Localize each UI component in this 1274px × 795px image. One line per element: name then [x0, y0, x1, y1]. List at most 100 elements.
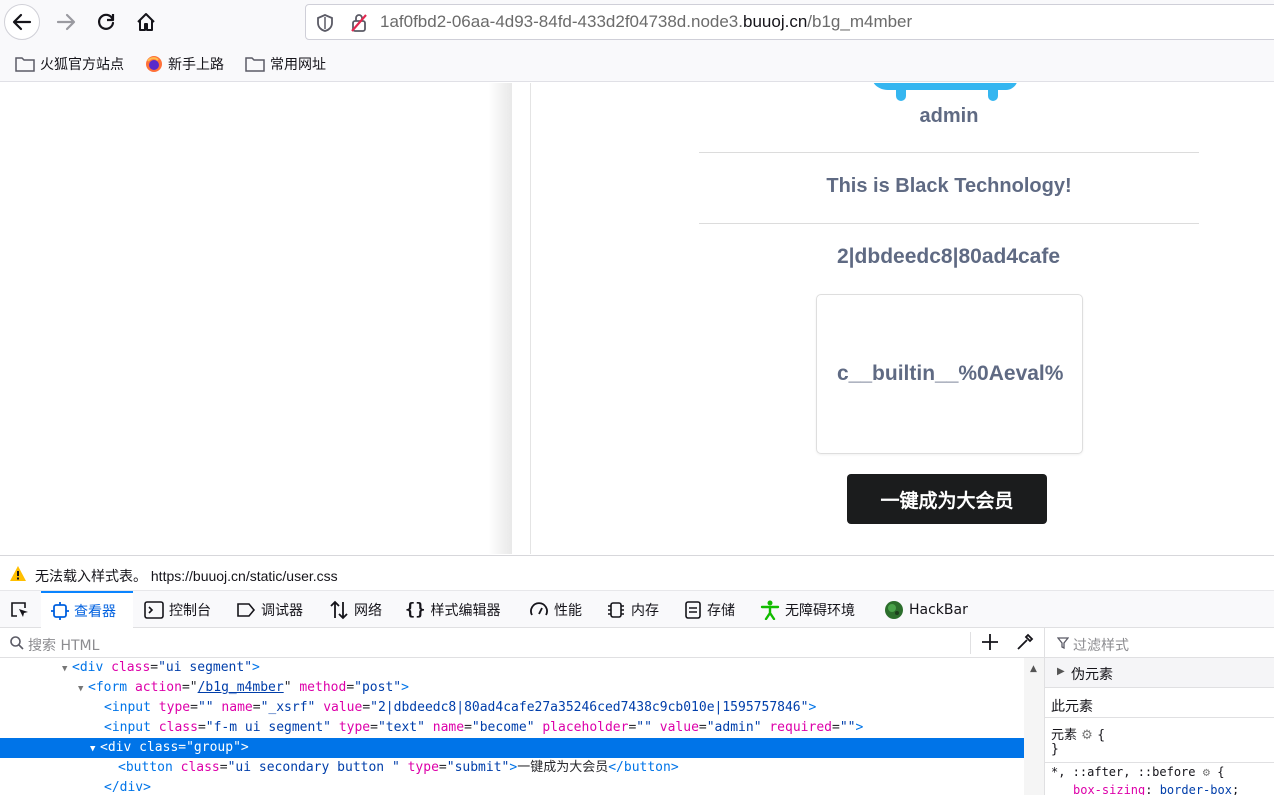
tree-node[interactable]: ▼ <div class="ui segment">: [0, 658, 1024, 678]
tab-label: 样式编辑器: [430, 602, 501, 619]
tab-debugger[interactable]: 调试器: [236, 591, 303, 628]
url-path: /b1g_m4mber: [807, 12, 913, 31]
attr-name: action: [134, 680, 182, 695]
attr-name: type: [407, 760, 439, 775]
home-button[interactable]: [128, 4, 164, 40]
filter-styles-row: 过滤样式: [1045, 628, 1274, 658]
attr-name: type: [338, 720, 371, 735]
this-element-label: 此元素: [1051, 699, 1093, 715]
bookmark-label: 新手上路: [168, 57, 224, 73]
filter-styles-input[interactable]: 过滤样式: [1073, 635, 1129, 655]
tag-close: </div>: [104, 780, 151, 795]
expand-triangle-icon[interactable]: ▼: [78, 679, 88, 699]
tree-node[interactable]: ▼ <form action="/b1g_m4mber" method="post…: [0, 678, 1024, 698]
divider: [699, 223, 1199, 224]
attr-value: "become": [471, 720, 535, 735]
element-selector: 元素: [1051, 728, 1078, 743]
memory-icon: [608, 601, 624, 618]
bookmark-item[interactable]: 常用网址: [245, 54, 326, 74]
folder-icon: [15, 57, 35, 72]
tab-console[interactable]: 控制台: [144, 591, 211, 628]
style-editor-icon: {}: [405, 599, 426, 620]
gear-icon[interactable]: ⚙: [1203, 765, 1210, 779]
network-icon: [330, 600, 348, 619]
attr-link[interactable]: /b1g_m4mber: [198, 680, 284, 695]
attr-value: "ui segment": [158, 660, 253, 675]
tree-node-selected[interactable]: ▼ <div class="group">: [0, 738, 1024, 758]
tag-close: >: [252, 660, 260, 675]
attr-name: method: [299, 680, 347, 695]
tab-label: HackBar: [909, 601, 968, 618]
tab-performance[interactable]: 性能: [529, 591, 582, 628]
gear-icon[interactable]: ⚙: [1081, 728, 1093, 743]
bookmark-item[interactable]: 火狐官方站点: [15, 54, 124, 74]
become-input-field[interactable]: c__builtin__%0Aeval%0: [816, 294, 1083, 454]
expand-triangle-icon[interactable]: ▼: [62, 659, 72, 679]
attr-value: "2|dbdeedc8|80ad4cafe27a35246ced7438c9cb…: [370, 700, 809, 715]
tab-hackbar[interactable]: HackBar: [884, 591, 968, 628]
url-text[interactable]: 1af0fbd2-06aa-4d93-84fd-433d2f04738d.nod…: [380, 12, 912, 32]
attr-name: name: [221, 700, 253, 715]
universal-style-rule[interactable]: *, ::after, ::before ⚙ { box-sizing: bor…: [1045, 763, 1274, 795]
devtools-warning-bar: 无法载入样式表。 https://buuoj.cn/static/user.cs…: [0, 555, 1274, 591]
tab-style-editor[interactable]: {} 样式编辑器: [405, 591, 500, 628]
toolbar-separator: [970, 632, 971, 654]
tab-label: 调试器: [261, 602, 303, 619]
reload-button[interactable]: [88, 4, 124, 40]
attr-value: "f-m ui segment": [205, 720, 331, 735]
bookmark-label: 火狐官方站点: [40, 57, 124, 73]
attr-value: "post": [354, 680, 402, 695]
forward-button[interactable]: [48, 4, 84, 40]
home-icon: [137, 13, 155, 31]
back-button[interactable]: [4, 4, 40, 40]
search-html-input[interactable]: 搜索 HTML: [28, 635, 99, 655]
reload-icon: [98, 13, 115, 30]
attr-name: class: [139, 740, 179, 755]
attr-value: "submit": [446, 760, 510, 775]
eyedropper-icon[interactable]: [1015, 632, 1035, 652]
attr-value: "ui secondary button ": [227, 760, 400, 775]
insecure-lock-icon[interactable]: [350, 13, 368, 33]
tab-inspector[interactable]: 查看器: [41, 591, 133, 628]
element-style-rule[interactable]: 元素 ⚙ { }: [1045, 718, 1274, 763]
bookmark-item[interactable]: 新手上路: [145, 54, 224, 74]
css-value[interactable]: border-box: [1160, 783, 1232, 795]
tag-name: <form: [88, 680, 128, 695]
tab-label: 内存: [631, 602, 659, 619]
tree-scrollbar[interactable]: ▲: [1024, 658, 1044, 795]
tab-memory[interactable]: 内存: [606, 591, 659, 628]
address-bar[interactable]: 1af0fbd2-06aa-4d93-84fd-433d2f04738d.nod…: [305, 4, 1274, 40]
tagline-text: This is Black Technology!: [826, 175, 1072, 197]
divider: [699, 152, 1199, 153]
attr-name: type: [158, 700, 191, 715]
attr-name: value: [659, 720, 699, 735]
back-arrow-icon: [12, 13, 32, 31]
scroll-up-icon[interactable]: ▲: [1030, 664, 1037, 674]
tree-node[interactable]: <button class="ui secondary button " typ…: [0, 758, 1024, 778]
console-icon: [144, 600, 164, 619]
tree-node[interactable]: <input type="" name="_xsrf" value="2|dbd…: [0, 698, 1024, 718]
rule-selector: 元素 ⚙ {: [1051, 728, 1106, 743]
css-property[interactable]: box-sizing: [1073, 783, 1145, 795]
tab-storage[interactable]: 存储: [684, 591, 735, 628]
tab-accessibility[interactable]: 无障碍环境: [760, 591, 855, 628]
universal-selector: *, ::after, ::before: [1051, 765, 1196, 779]
inspector-icon: [51, 601, 69, 620]
browser-toolbar: 1af0fbd2-06aa-4d93-84fd-433d2f04738d.nod…: [0, 0, 1274, 44]
element-picker-icon[interactable]: [10, 601, 30, 619]
tracking-shield-icon[interactable]: [316, 13, 334, 33]
add-node-icon[interactable]: [980, 632, 1000, 652]
pseudo-elements-toggle[interactable]: ▶ 伪元素: [1045, 658, 1274, 688]
tab-label: 无障碍环境: [785, 602, 855, 619]
expand-triangle-icon[interactable]: ▼: [90, 739, 100, 759]
tree-node[interactable]: <input class="f-m ui segment" type="text…: [0, 718, 1024, 738]
username-label: admin: [919, 105, 979, 127]
performance-icon: [530, 601, 548, 615]
tab-network[interactable]: 网络: [329, 591, 382, 628]
node-text: 一键成为大会员: [517, 760, 609, 775]
attr-name: name: [432, 720, 465, 735]
tree-node[interactable]: </div>: [0, 778, 1024, 795]
become-input-value[interactable]: c__builtin__%0Aeval%0: [837, 362, 1064, 386]
web-page: admin This is Black Technology! 2|dbdeed…: [0, 83, 1274, 554]
become-member-button[interactable]: 一键成为大会员: [847, 474, 1047, 524]
